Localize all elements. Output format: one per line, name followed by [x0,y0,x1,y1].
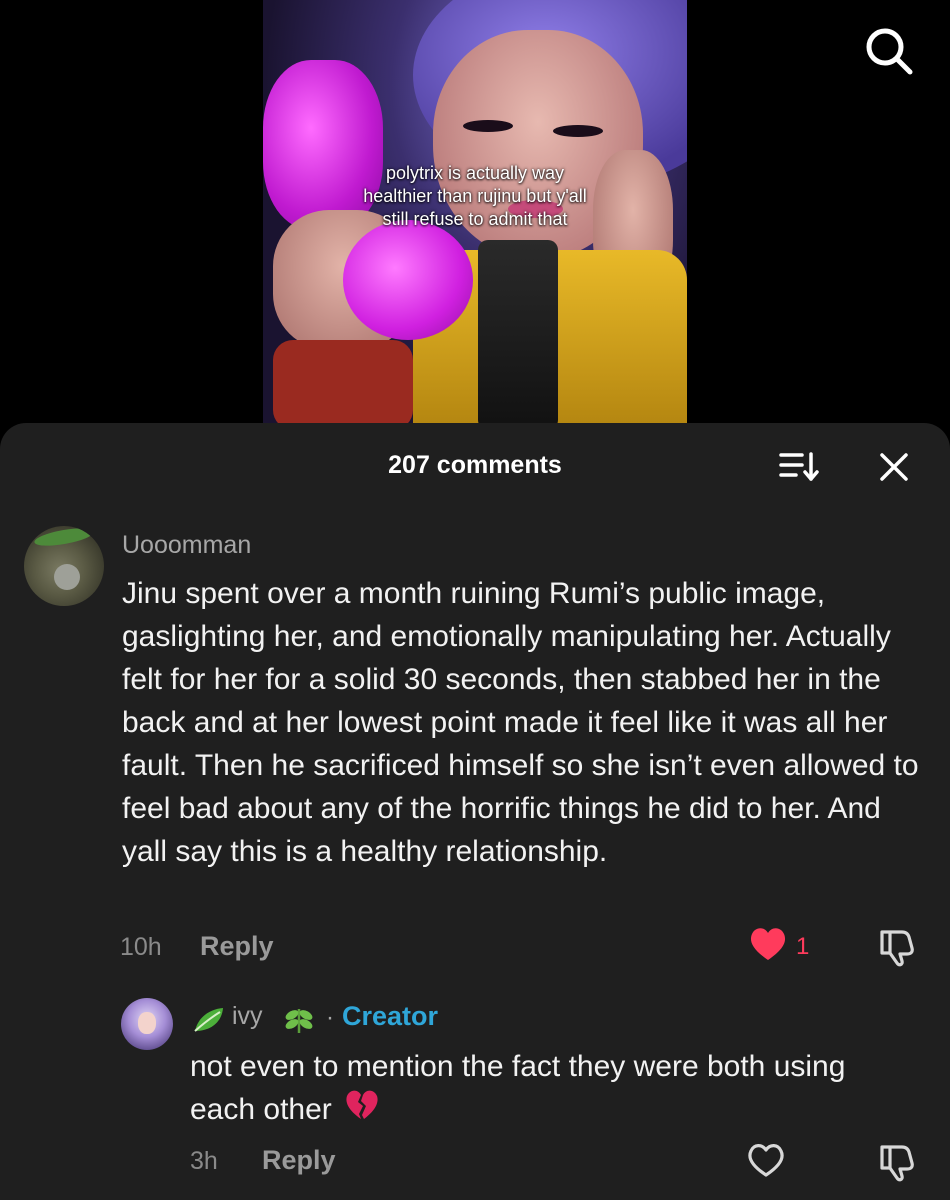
broken-heart-emoji [344,1088,380,1134]
separator-dot: · [326,1004,334,1031]
video-art-sleeve [273,340,413,430]
close-icon [880,453,908,481]
sort-button[interactable] [778,449,822,485]
reply-username[interactable]: ivy [232,1002,263,1031]
reply-text-content: not even to mention the fact they were b… [190,1050,846,1126]
dislike-button[interactable] [876,928,916,968]
avatar[interactable] [121,998,173,1050]
like-count: 1 [796,933,810,960]
video-art-collar [478,240,558,430]
thumbs-down-icon [880,1145,914,1182]
comment-text: Jinu spent over a month ruining Rumi’s p… [122,577,919,868]
reply-button[interactable]: Reply [200,931,274,962]
video-art-mirror [343,220,473,340]
reply-time: 3h [190,1147,218,1175]
sort-icon [779,452,819,481]
video-caption: polytrix is actually way healthier than … [363,163,587,229]
like-button[interactable] [746,1141,786,1181]
dislike-button[interactable] [876,1143,916,1183]
avatar-art [138,1012,156,1034]
heart-icon [748,1144,784,1177]
reply-button[interactable]: Reply [262,1145,336,1176]
avatar-art [33,526,95,550]
video-art-eye [553,125,603,137]
like-button[interactable] [748,925,790,965]
reply-text: not even to mention the fact they were b… [190,1045,890,1134]
leaf-emoji [282,1003,316,1040]
comment-time: 10h [120,933,162,961]
heart-icon [750,928,786,960]
close-button[interactable] [876,449,912,485]
search-button[interactable] [862,24,916,78]
video-art-eye [463,120,513,132]
thumbs-down-icon [880,930,914,967]
comment-username[interactable]: Uooomman [122,531,251,560]
avatar[interactable] [24,526,104,606]
leaf-emoji [192,1005,226,1040]
video-area: polytrix is actually way healthier than … [0,0,950,440]
creator-badge: Creator [342,1001,439,1031]
comments-sheet: 207 comments Uooomman Jinu spent over a … [0,423,950,1200]
search-icon [866,28,913,75]
avatar-art [54,564,80,590]
